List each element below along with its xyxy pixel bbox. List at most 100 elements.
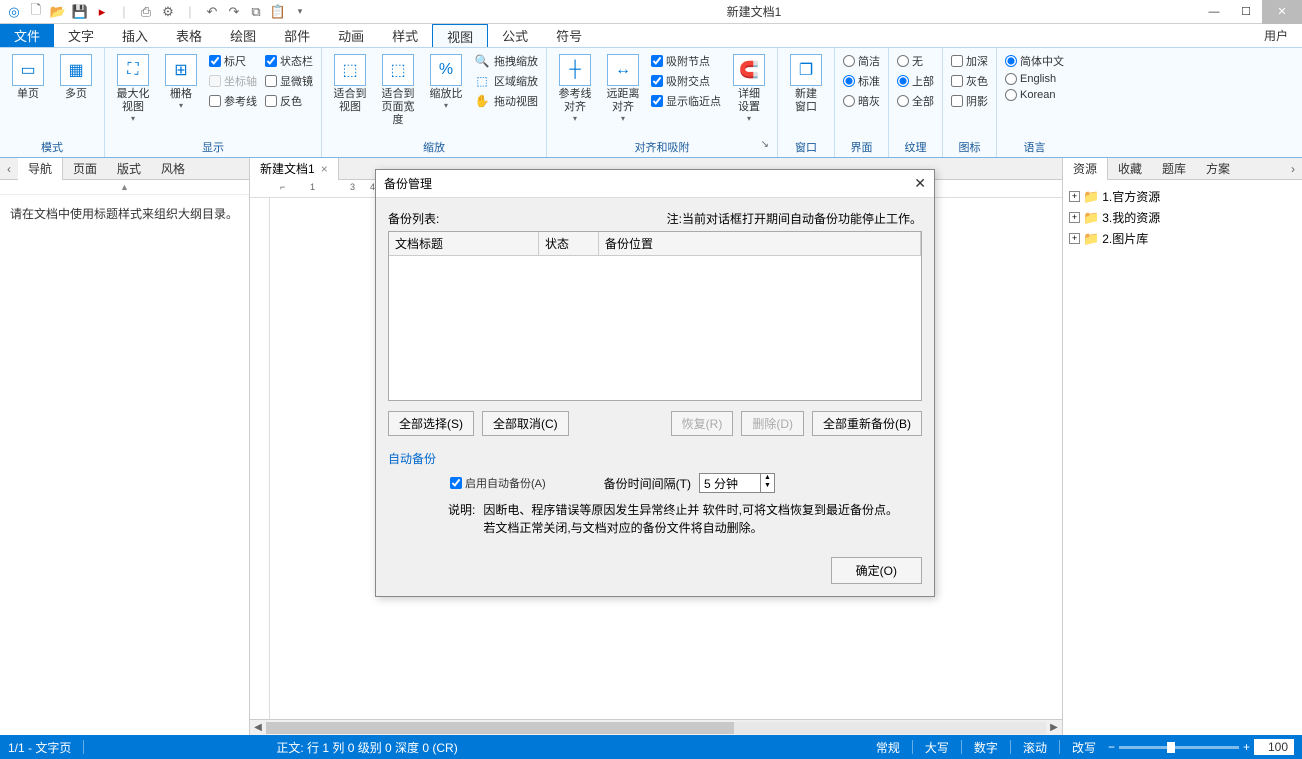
col-status[interactable]: 状态 bbox=[539, 232, 599, 255]
tab-formula[interactable]: 公式 bbox=[488, 24, 542, 47]
ui-dark-radio[interactable]: 暗灰 bbox=[841, 92, 882, 110]
interval-input[interactable] bbox=[700, 474, 760, 492]
dialog-titlebar[interactable]: 备份管理 ✕ bbox=[376, 170, 934, 198]
icon-deep-checkbox[interactable]: 加深 bbox=[949, 52, 990, 70]
fit-view-button[interactable]: ⬚适合到 视图 bbox=[328, 52, 372, 116]
icon-shadow-checkbox[interactable]: 阴影 bbox=[949, 92, 990, 110]
new-window-button[interactable]: ❐新建 窗口 bbox=[784, 52, 828, 116]
doc-tab[interactable]: 新建文档1 × bbox=[250, 158, 339, 180]
icon-gray-checkbox[interactable]: 灰色 bbox=[949, 72, 990, 90]
maxview-button[interactable]: ⛶最大化 视图▾ bbox=[111, 52, 155, 125]
copy-icon[interactable]: ⧉ bbox=[246, 2, 266, 22]
right-tab-resource[interactable]: 资源 bbox=[1063, 158, 1108, 180]
zoom-in-icon[interactable]: + bbox=[1243, 740, 1250, 754]
scroll-right-icon[interactable]: ▶ bbox=[1046, 722, 1062, 733]
tab-parts[interactable]: 部件 bbox=[270, 24, 324, 47]
status-num[interactable]: 数字 bbox=[974, 739, 998, 756]
enable-auto-backup-checkbox[interactable]: 启用自动备份(A) bbox=[448, 474, 548, 492]
tab-symbol[interactable]: 符号 bbox=[542, 24, 596, 47]
status-scroll[interactable]: 滚动 bbox=[1023, 739, 1047, 756]
tex-all-radio[interactable]: 全部 bbox=[895, 92, 936, 110]
status-ovr[interactable]: 改写 bbox=[1072, 739, 1096, 756]
maximize-button[interactable]: ☐ bbox=[1230, 0, 1262, 24]
lang-cn-radio[interactable]: 简体中文 bbox=[1003, 52, 1066, 70]
col-title[interactable]: 文档标题 bbox=[389, 232, 539, 255]
ui-standard-radio[interactable]: 标准 bbox=[841, 72, 882, 90]
chevron-left-icon[interactable]: ‹ bbox=[0, 162, 18, 176]
deselect-all-button[interactable]: 全部取消(C) bbox=[482, 411, 569, 436]
status-mode[interactable]: 常规 bbox=[876, 739, 900, 756]
interval-spinner[interactable]: ▲▼ bbox=[699, 473, 775, 493]
tab-text[interactable]: 文字 bbox=[54, 24, 108, 47]
region-zoom-button[interactable]: ⬚区域缩放 bbox=[472, 72, 540, 90]
new-icon[interactable]: 🗋 bbox=[26, 2, 46, 22]
tex-none-radio[interactable]: 无 bbox=[895, 52, 936, 70]
grid-button[interactable]: ⊞栅格▾ bbox=[159, 52, 203, 112]
tree-node[interactable]: +📁2.图片库 bbox=[1069, 228, 1296, 249]
snap-cross-checkbox[interactable]: 吸附交点 bbox=[649, 72, 723, 90]
multi-page-button[interactable]: ▦多页 bbox=[54, 52, 98, 103]
status-caps[interactable]: 大写 bbox=[925, 739, 949, 756]
expand-icon[interactable]: + bbox=[1069, 212, 1080, 223]
launcher-icon[interactable]: ↘ bbox=[761, 139, 769, 150]
zoom-value[interactable]: 100 bbox=[1254, 739, 1294, 755]
tab-insert[interactable]: 插入 bbox=[108, 24, 162, 47]
spin-down-icon[interactable]: ▼ bbox=[761, 482, 774, 490]
vertical-ruler[interactable] bbox=[250, 198, 270, 719]
left-tab-layout[interactable]: 版式 bbox=[107, 158, 151, 180]
redo-icon[interactable]: ↷ bbox=[224, 2, 244, 22]
tab-anim[interactable]: 动画 bbox=[324, 24, 378, 47]
right-tab-fav[interactable]: 收藏 bbox=[1108, 158, 1152, 180]
tree-node[interactable]: +📁1.官方资源 bbox=[1069, 186, 1296, 207]
minimize-button[interactable]: — bbox=[1198, 0, 1230, 24]
tab-style[interactable]: 样式 bbox=[378, 24, 432, 47]
user-menu[interactable]: 用户 bbox=[1250, 24, 1302, 47]
tab-file[interactable]: 文件 bbox=[0, 24, 54, 47]
select-all-button[interactable]: 全部选择(S) bbox=[388, 411, 474, 436]
open-icon[interactable]: 📂 bbox=[48, 2, 68, 22]
close-tab-icon[interactable]: × bbox=[321, 162, 328, 176]
lang-kr-radio[interactable]: Korean bbox=[1003, 88, 1066, 102]
undo-icon[interactable]: ↶ bbox=[202, 2, 222, 22]
zoom-ratio-button[interactable]: %缩放比▾ bbox=[424, 52, 468, 112]
dialog-close-icon[interactable]: ✕ bbox=[914, 175, 926, 192]
dropdown-icon[interactable]: ▾ bbox=[290, 2, 310, 22]
save-icon[interactable]: 💾 bbox=[70, 2, 90, 22]
close-button[interactable]: ✕ bbox=[1262, 0, 1302, 24]
pdf-icon[interactable]: ▸ bbox=[92, 2, 112, 22]
collapse-up-icon[interactable]: ▲ bbox=[0, 180, 249, 195]
gear-icon[interactable]: ⚙ bbox=[158, 2, 178, 22]
left-tab-style[interactable]: 风格 bbox=[151, 158, 195, 180]
invert-checkbox[interactable]: 反色 bbox=[263, 92, 315, 110]
col-loc[interactable]: 备份位置 bbox=[599, 232, 921, 255]
scroll-left-icon[interactable]: ◀ bbox=[250, 722, 266, 733]
tab-draw[interactable]: 绘图 bbox=[216, 24, 270, 47]
ui-simple-radio[interactable]: 简洁 bbox=[841, 52, 882, 70]
paste-icon[interactable]: 📋 bbox=[268, 2, 288, 22]
tex-top-radio[interactable]: 上部 bbox=[895, 72, 936, 90]
micro-checkbox[interactable]: 显微镜 bbox=[263, 72, 315, 90]
zoom-out-icon[interactable]: − bbox=[1108, 740, 1115, 754]
ruler-checkbox[interactable]: 标尺 bbox=[207, 52, 259, 70]
zoom-slider[interactable] bbox=[1119, 746, 1239, 749]
ok-button[interactable]: 确定(O) bbox=[831, 557, 922, 584]
tree-node[interactable]: +📁3.我的资源 bbox=[1069, 207, 1296, 228]
rebackup-button[interactable]: 全部重新备份(B) bbox=[812, 411, 922, 436]
right-tab-bank[interactable]: 题库 bbox=[1152, 158, 1196, 180]
drag-zoom-button[interactable]: 🔍拖拽缩放 bbox=[472, 52, 540, 70]
print-icon[interactable]: ⎙ bbox=[136, 2, 156, 22]
snap-node-checkbox[interactable]: 吸附节点 bbox=[649, 52, 723, 70]
spin-up-icon[interactable]: ▲ bbox=[761, 474, 774, 482]
restore-button[interactable]: 恢复(R) bbox=[671, 411, 734, 436]
lang-en-radio[interactable]: English bbox=[1003, 72, 1066, 86]
single-page-button[interactable]: ▭单页 bbox=[6, 52, 50, 103]
axis-checkbox[interactable]: 坐标轴 bbox=[207, 72, 259, 90]
backup-table[interactable]: 文档标题 状态 备份位置 bbox=[388, 231, 922, 401]
left-tab-page[interactable]: 页面 bbox=[63, 158, 107, 180]
scroll-thumb[interactable] bbox=[266, 722, 734, 734]
scroll-track[interactable] bbox=[266, 722, 1046, 734]
guide-align-button[interactable]: ┼参考线 对齐▾ bbox=[553, 52, 597, 125]
show-near-checkbox[interactable]: 显示临近点 bbox=[649, 92, 723, 110]
horizontal-scrollbar[interactable]: ◀ ▶ bbox=[250, 719, 1062, 735]
chevron-right-icon[interactable]: › bbox=[1284, 162, 1302, 176]
